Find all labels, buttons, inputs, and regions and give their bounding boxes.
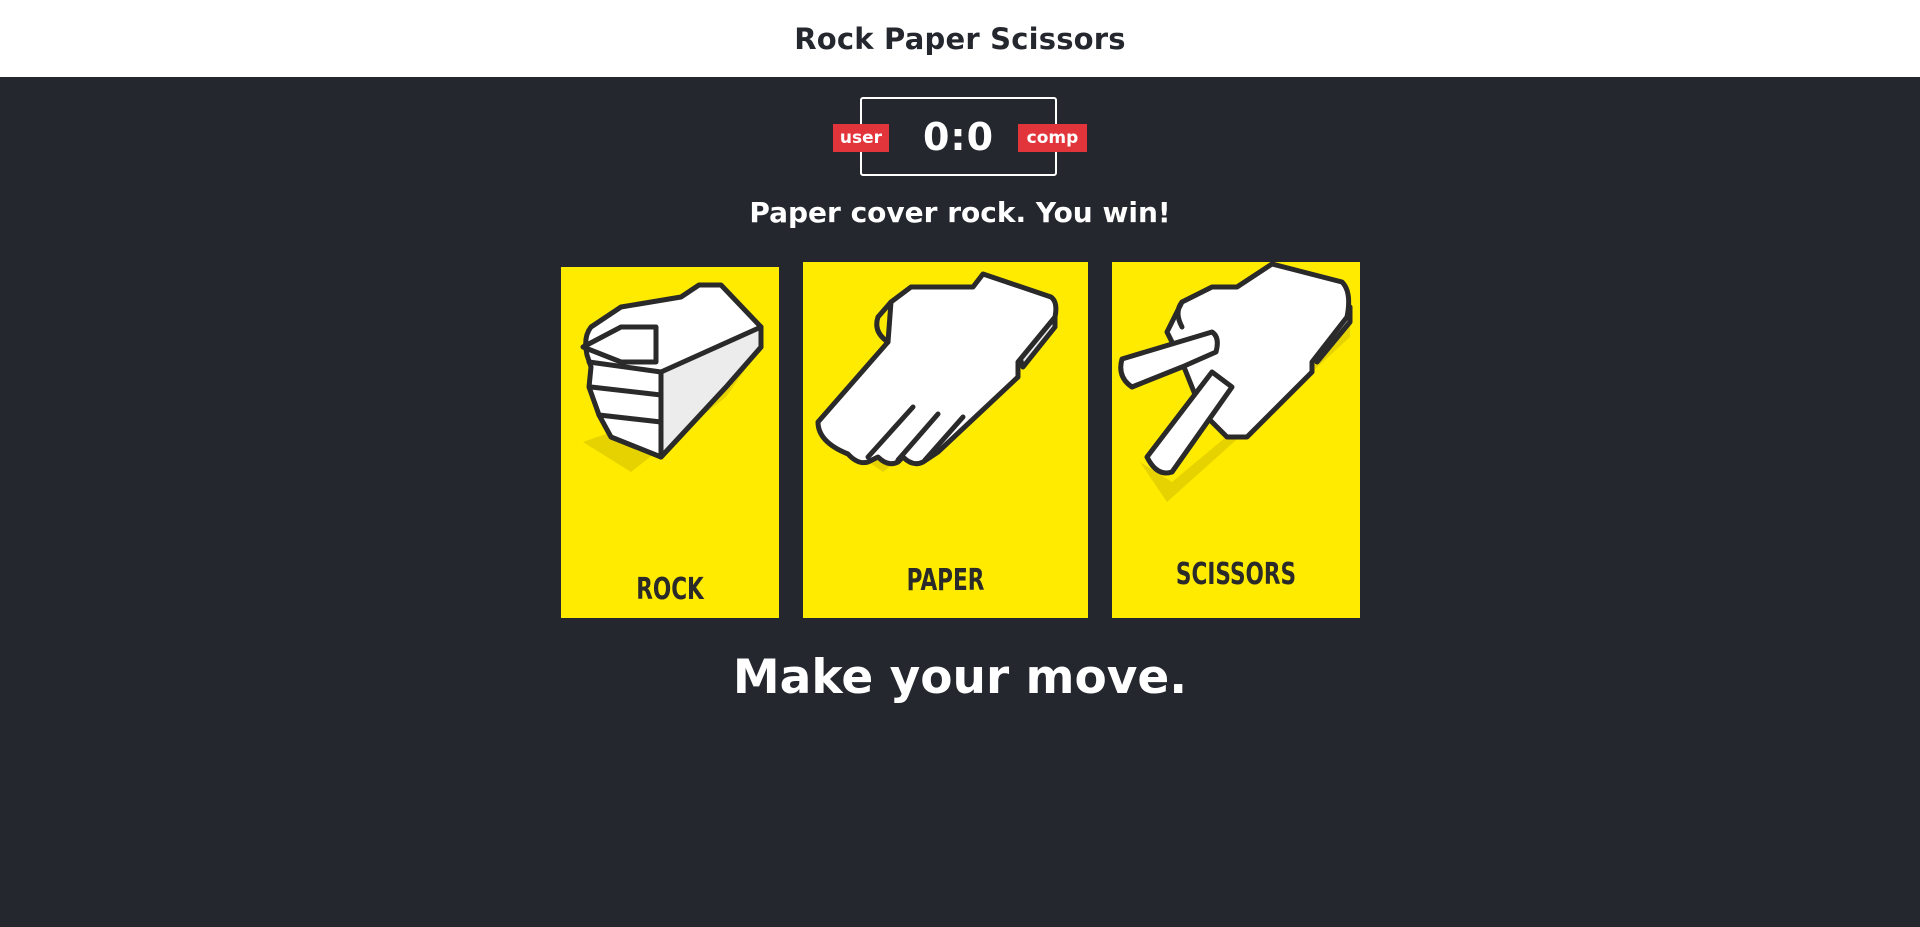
- paper-choice-button[interactable]: PAPER: [803, 262, 1088, 618]
- paper-label: PAPER: [906, 563, 985, 598]
- scissors-choice-button[interactable]: SCISSORS: [1112, 262, 1360, 618]
- rock-label: ROCK: [636, 572, 704, 607]
- result-message: Paper cover rock. You win!: [749, 196, 1171, 229]
- rock-choice-button[interactable]: ROCK: [561, 267, 779, 618]
- open-hand-icon: [815, 271, 1059, 472]
- user-badge: user: [833, 124, 889, 152]
- scissors-label: SCISSORS: [1175, 557, 1297, 592]
- page-title: Rock Paper Scissors: [794, 21, 1126, 56]
- app-header: Rock Paper Scissors: [0, 0, 1920, 77]
- two-fingers-icon: [1118, 262, 1353, 502]
- move-prompt: Make your move.: [732, 650, 1188, 705]
- fist-icon: [580, 282, 764, 472]
- score-display: 0:0: [922, 114, 995, 159]
- comp-badge: comp: [1018, 124, 1087, 152]
